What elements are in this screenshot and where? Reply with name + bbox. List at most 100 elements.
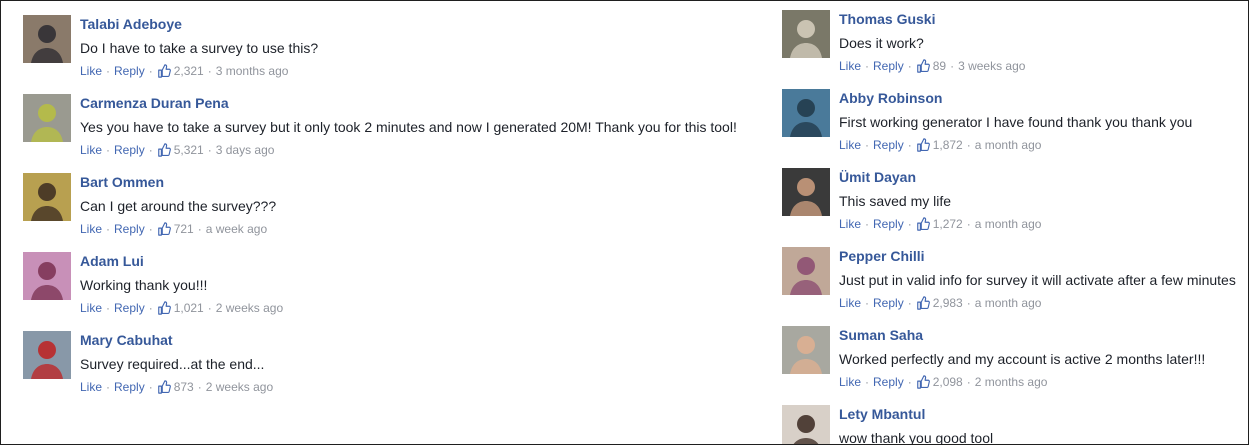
like-link[interactable]: Like [80, 300, 102, 316]
comment-time: 3 days ago [215, 143, 275, 157]
commenter-name[interactable]: Carmenza Duran Pena [80, 94, 737, 112]
like-link[interactable]: Like [839, 295, 861, 311]
separator: · [106, 222, 111, 236]
like-link[interactable]: Like [80, 379, 102, 395]
like-link[interactable]: Like [839, 137, 861, 153]
like-count: 2,321 [173, 64, 204, 78]
comment-time: 2 weeks ago [205, 380, 274, 394]
thumbs-up-icon[interactable] [157, 301, 171, 315]
separator: · [106, 301, 111, 315]
comment-body: Lety Mbantul wow thank you good tool [839, 405, 993, 444]
comment-time: 3 months ago [215, 64, 289, 78]
separator: · [207, 143, 212, 157]
comment-text: Can I get around the survey??? [80, 198, 277, 214]
commenter-name[interactable]: Thomas Guski [839, 10, 1025, 28]
comment-time: 3 weeks ago [958, 59, 1026, 73]
separator: · [907, 375, 912, 389]
comment-text: Survey required...at the end... [80, 356, 265, 372]
comment-body: Ümit Dayan This saved my life Like · Reply · 1… [839, 168, 1041, 232]
separator: · [148, 143, 153, 157]
commenter-name[interactable]: Mary Cabuhat [80, 331, 273, 349]
comment-actions: Like · Reply · 721 · a week ago [80, 221, 276, 237]
reply-link[interactable]: Reply [873, 374, 904, 390]
commenter-name[interactable]: Pepper Chilli [839, 247, 1236, 265]
separator: · [207, 64, 212, 78]
commenter-name[interactable]: Bart Ommen [80, 173, 276, 191]
separator: · [966, 296, 971, 310]
reply-link[interactable]: Reply [114, 63, 145, 79]
thumbs-up-icon[interactable] [157, 222, 171, 236]
comment-time: a week ago [205, 222, 268, 236]
separator: · [966, 217, 971, 231]
commenter-name[interactable]: Lety Mbantul [839, 405, 993, 423]
like-count: 2,098 [932, 375, 963, 389]
comment-body: Carmenza Duran Pena Yes you have to take … [80, 94, 737, 158]
commenter-name[interactable]: Abby Robinson [839, 89, 1192, 107]
comment-text: Worked perfectly and my account is activ… [839, 351, 1206, 367]
separator: · [966, 138, 971, 152]
avatar[interactable] [782, 89, 830, 137]
reply-link[interactable]: Reply [873, 137, 904, 153]
comment-time: a month ago [974, 217, 1042, 231]
thumbs-up-icon[interactable] [916, 296, 930, 310]
thumbs-up-icon[interactable] [916, 217, 930, 231]
reply-link[interactable]: Reply [114, 300, 145, 316]
like-link[interactable]: Like [839, 374, 861, 390]
thumbs-up-icon[interactable] [157, 143, 171, 157]
avatar[interactable] [23, 252, 71, 300]
like-link[interactable]: Like [839, 58, 861, 74]
commenter-name[interactable]: Ümit Dayan [839, 168, 1041, 186]
like-count: 873 [173, 380, 194, 394]
avatar[interactable] [782, 405, 830, 444]
avatar[interactable] [23, 173, 71, 221]
comment-text: This saved my life [839, 193, 952, 209]
thumbs-up-icon[interactable] [916, 138, 930, 152]
avatar[interactable] [23, 331, 71, 379]
commenter-name[interactable]: Adam Lui [80, 252, 283, 270]
reply-link[interactable]: Reply [114, 379, 145, 395]
comment-actions: Like · Reply · 873 · 2 weeks ago [80, 379, 273, 395]
avatar[interactable] [23, 15, 71, 63]
reply-link[interactable]: Reply [114, 142, 145, 158]
separator: · [907, 217, 912, 231]
separator: · [966, 375, 971, 389]
commenter-name[interactable]: Suman Saha [839, 326, 1205, 344]
comment-time: 2 months ago [974, 375, 1048, 389]
comment-actions: Like · Reply · 2,321 · 3 months ago [80, 63, 318, 79]
comment-body: Suman Saha Worked perfectly and my accoun… [839, 326, 1205, 390]
comment-text: Working thank you!!! [80, 277, 208, 293]
comment-time: a month ago [974, 138, 1042, 152]
like-link[interactable]: Like [80, 142, 102, 158]
separator: · [148, 222, 153, 236]
comment-body: Adam Lui Working thank you!!! Like · Reply · 1… [80, 252, 283, 316]
avatar[interactable] [782, 10, 830, 58]
thumbs-up-icon[interactable] [916, 59, 930, 73]
separator: · [907, 138, 912, 152]
like-count: 1,021 [173, 301, 204, 315]
comment-body: Bart Ommen Can I get around the survey???… [80, 173, 276, 237]
reply-link[interactable]: Reply [873, 216, 904, 232]
thumbs-up-icon[interactable] [157, 64, 171, 78]
avatar[interactable] [782, 247, 830, 295]
comment-body: Pepper Chilli Just put in valid info for … [839, 247, 1236, 311]
avatar[interactable] [782, 168, 830, 216]
separator: · [865, 296, 870, 310]
avatar[interactable] [23, 94, 71, 142]
like-link[interactable]: Like [80, 63, 102, 79]
comment-body: Thomas Guski Does it work? Like · Reply · 89 · 3… [839, 10, 1025, 74]
avatar[interactable] [782, 326, 830, 374]
comment-body: Mary Cabuhat Survey required...at the end… [80, 331, 273, 395]
reply-link[interactable]: Reply [114, 221, 145, 237]
like-link[interactable]: Like [80, 221, 102, 237]
separator: · [865, 138, 870, 152]
like-link[interactable]: Like [839, 216, 861, 232]
commenter-name[interactable]: Talabi Adeboye [80, 15, 318, 33]
reply-link[interactable]: Reply [873, 295, 904, 311]
comment-actions: Like · Reply · 89 · 3 weeks ago [839, 58, 1025, 74]
thumbs-up-icon[interactable] [157, 380, 171, 394]
like-count: 89 [932, 59, 947, 73]
reply-link[interactable]: Reply [873, 58, 904, 74]
comment-actions: Like · Reply · 1,872 · a month ago [839, 137, 1192, 153]
separator: · [197, 380, 202, 394]
thumbs-up-icon[interactable] [916, 375, 930, 389]
